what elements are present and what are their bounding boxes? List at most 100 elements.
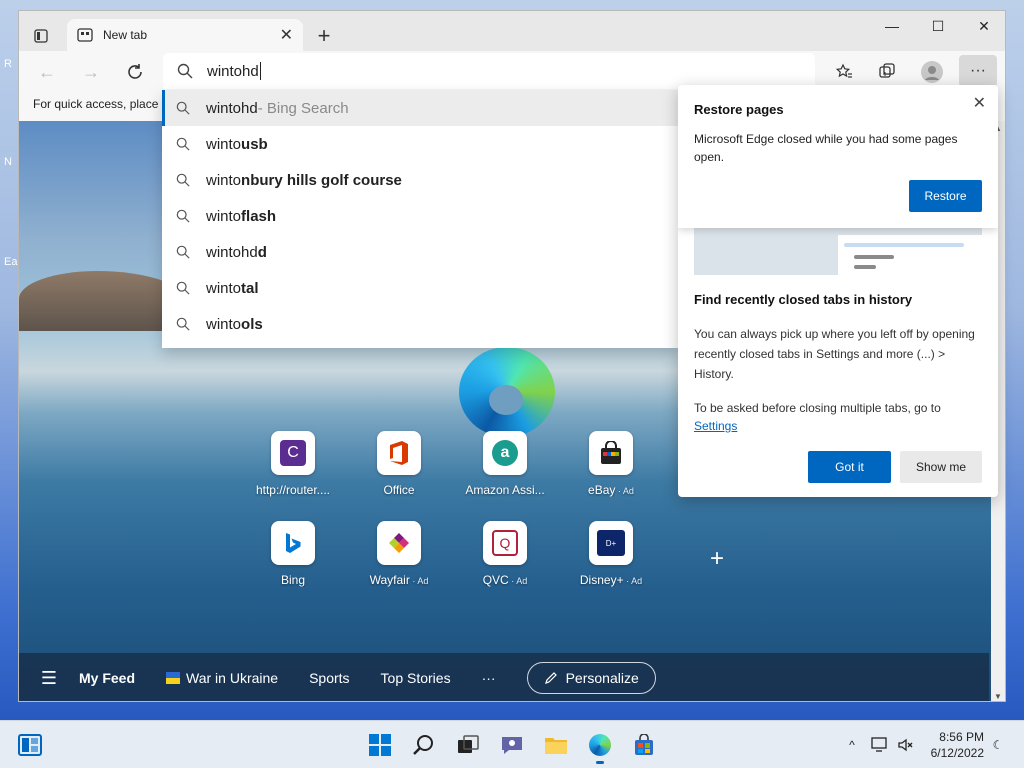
- suggestion-completion: d: [257, 243, 267, 261]
- restore-button[interactable]: Restore: [909, 180, 982, 212]
- quick-link-office[interactable]: Office: [351, 431, 447, 497]
- preview-highlight-line: [844, 243, 964, 247]
- show-me-button[interactable]: Show me: [900, 451, 982, 483]
- quick-link-label: http://router....: [255, 483, 331, 497]
- suggestion-typed-text: winto: [206, 135, 242, 153]
- suggestion-suffix: - Bing Search: [257, 99, 349, 117]
- teams-chat-button[interactable]: [500, 733, 524, 757]
- task-view-icon: [458, 735, 479, 753]
- suggestion-item[interactable]: winto flash: [162, 198, 678, 234]
- edge-logo-icon: [459, 347, 555, 437]
- search-icon: [177, 63, 193, 79]
- restore-pages-message: Microsoft Edge closed while you had some…: [694, 132, 958, 164]
- quick-link-label-wrap: Disney+ · Ad: [563, 573, 659, 587]
- minimize-button[interactable]: —: [869, 11, 915, 41]
- restore-pages-title: Restore pages: [694, 102, 784, 117]
- suggestion-typed-text: wintohd: [206, 243, 258, 261]
- tab-actions-button[interactable]: [27, 23, 55, 49]
- suggestion-item[interactable]: winto usb: [162, 126, 678, 162]
- history-tip-flyout: Restore pages Microsoft Edge closed whil…: [678, 85, 998, 497]
- suggestion-completion: usb: [241, 135, 268, 153]
- address-suggestions-dropdown: wintohd - Bing Search winto usb winto nbur…: [162, 90, 678, 348]
- widgets-button[interactable]: [18, 733, 42, 757]
- suggestion-item[interactable]: winto ols: [162, 306, 678, 342]
- quick-link-label: Amazon Assi...: [465, 483, 545, 497]
- close-icon[interactable]: ✕: [973, 93, 986, 113]
- feed-tab-sports[interactable]: Sports: [309, 670, 349, 686]
- widgets-icon: [18, 734, 42, 756]
- back-button[interactable]: ←: [33, 59, 61, 85]
- maximize-button[interactable]: ☐: [915, 11, 961, 41]
- microsoft-store-button[interactable]: [632, 733, 656, 757]
- ad-marker: · Ad: [409, 576, 429, 586]
- suggestion-item[interactable]: wintohd d: [162, 234, 678, 270]
- refresh-button[interactable]: [121, 59, 149, 85]
- favorites-button[interactable]: [829, 59, 859, 85]
- desktop-icon-label: N: [4, 156, 12, 168]
- feed-tab-top-stories[interactable]: Top Stories: [381, 670, 451, 686]
- scroll-down-arrow-icon[interactable]: ▼: [991, 689, 1005, 701]
- volume-muted-icon[interactable]: [896, 735, 916, 755]
- personalize-button[interactable]: Personalize: [526, 662, 656, 694]
- got-it-button[interactable]: Got it: [808, 451, 891, 483]
- quiet-hours-moon-icon[interactable]: ☾: [988, 735, 1008, 755]
- task-view-button[interactable]: [456, 733, 480, 757]
- address-bar-input[interactable]: wintohd: [163, 53, 815, 89]
- quick-link-label: Wayfair: [369, 573, 410, 587]
- new-tab-button[interactable]: +: [311, 23, 337, 49]
- restore-pages-card: Restore pages Microsoft Edge closed whil…: [678, 85, 998, 228]
- ukraine-flag-icon: [166, 672, 181, 684]
- suggestion-completion: tal: [241, 279, 259, 297]
- search-icon: [176, 173, 190, 187]
- ad-marker: · Ad: [615, 486, 634, 496]
- preview-line: [854, 265, 876, 269]
- new-tab-favicon-icon: [77, 28, 93, 42]
- suggestion-item[interactable]: winto tal: [162, 270, 678, 306]
- hamburger-menu-icon[interactable]: ☰: [19, 668, 79, 689]
- quick-link-label: Office: [383, 483, 415, 497]
- settings-and-more-button[interactable]: ···: [959, 55, 997, 87]
- search-button[interactable]: [412, 733, 436, 757]
- suggestion-typed-text: winto: [206, 279, 242, 297]
- personalize-label: Personalize: [565, 670, 639, 686]
- refresh-icon: [128, 64, 142, 79]
- history-tip-settings-text: To be asked before closing multiple tabs…: [694, 399, 984, 435]
- quick-link-router[interactable]: C http://router....: [245, 431, 341, 497]
- start-button[interactable]: [368, 733, 392, 757]
- tab-new-tab[interactable]: New tab ✕: [67, 19, 303, 51]
- quick-link-ebay[interactable]: eBay · Ad: [563, 431, 659, 497]
- quick-link-amazon-assistant[interactable]: a Amazon Assi...: [457, 431, 553, 497]
- ad-marker-text: Ad: [516, 576, 528, 586]
- suggestion-item[interactable]: wintohd - Bing Search: [162, 90, 678, 126]
- forward-button[interactable]: →: [77, 59, 105, 85]
- teams-chat-icon: [502, 737, 522, 754]
- settings-link[interactable]: Settings: [694, 419, 737, 433]
- quick-link-qvc[interactable]: Q QVC · Ad: [457, 521, 553, 587]
- feed-more-button[interactable]: ···: [482, 670, 496, 686]
- feed-tab-war-in-ukraine[interactable]: War in Ukraine: [166, 670, 278, 686]
- file-explorer-button[interactable]: [544, 733, 568, 757]
- close-window-button[interactable]: ✕: [961, 11, 1005, 41]
- taskbar-clock[interactable]: 8:56 PM 6/12/2022: [924, 729, 984, 761]
- quick-link-disney-plus[interactable]: D+ Disney+ · Ad: [563, 521, 659, 587]
- feed-tab-my-feed[interactable]: My Feed: [79, 670, 135, 686]
- search-icon: [176, 209, 190, 223]
- suggestion-item[interactable]: winto nbury hills golf course: [162, 162, 678, 198]
- quick-link-wayfair[interactable]: Wayfair · Ad: [351, 521, 447, 587]
- close-tab-icon[interactable]: ✕: [280, 25, 293, 45]
- preview-pane: [838, 235, 982, 275]
- show-hidden-icons-chevron-up-icon[interactable]: ^: [842, 735, 862, 755]
- folder-icon: [545, 738, 567, 754]
- windows-logo-icon: [369, 734, 391, 756]
- search-icon: [176, 317, 190, 331]
- feed-tab-label: War in Ukraine: [186, 670, 279, 686]
- quick-link-bing[interactable]: Bing: [245, 521, 341, 587]
- feed-tab-label: Sports: [309, 670, 350, 686]
- history-tip-body: You can always pick up where you left of…: [694, 327, 975, 381]
- collections-button[interactable]: [872, 59, 902, 85]
- add-quick-link-button[interactable]: +: [703, 545, 731, 573]
- network-icon[interactable]: [870, 735, 890, 755]
- edge-taskbar-button[interactable]: [588, 733, 612, 764]
- profile-avatar-button[interactable]: [917, 59, 947, 85]
- suggestion-completion: nbury hills golf course: [241, 171, 402, 189]
